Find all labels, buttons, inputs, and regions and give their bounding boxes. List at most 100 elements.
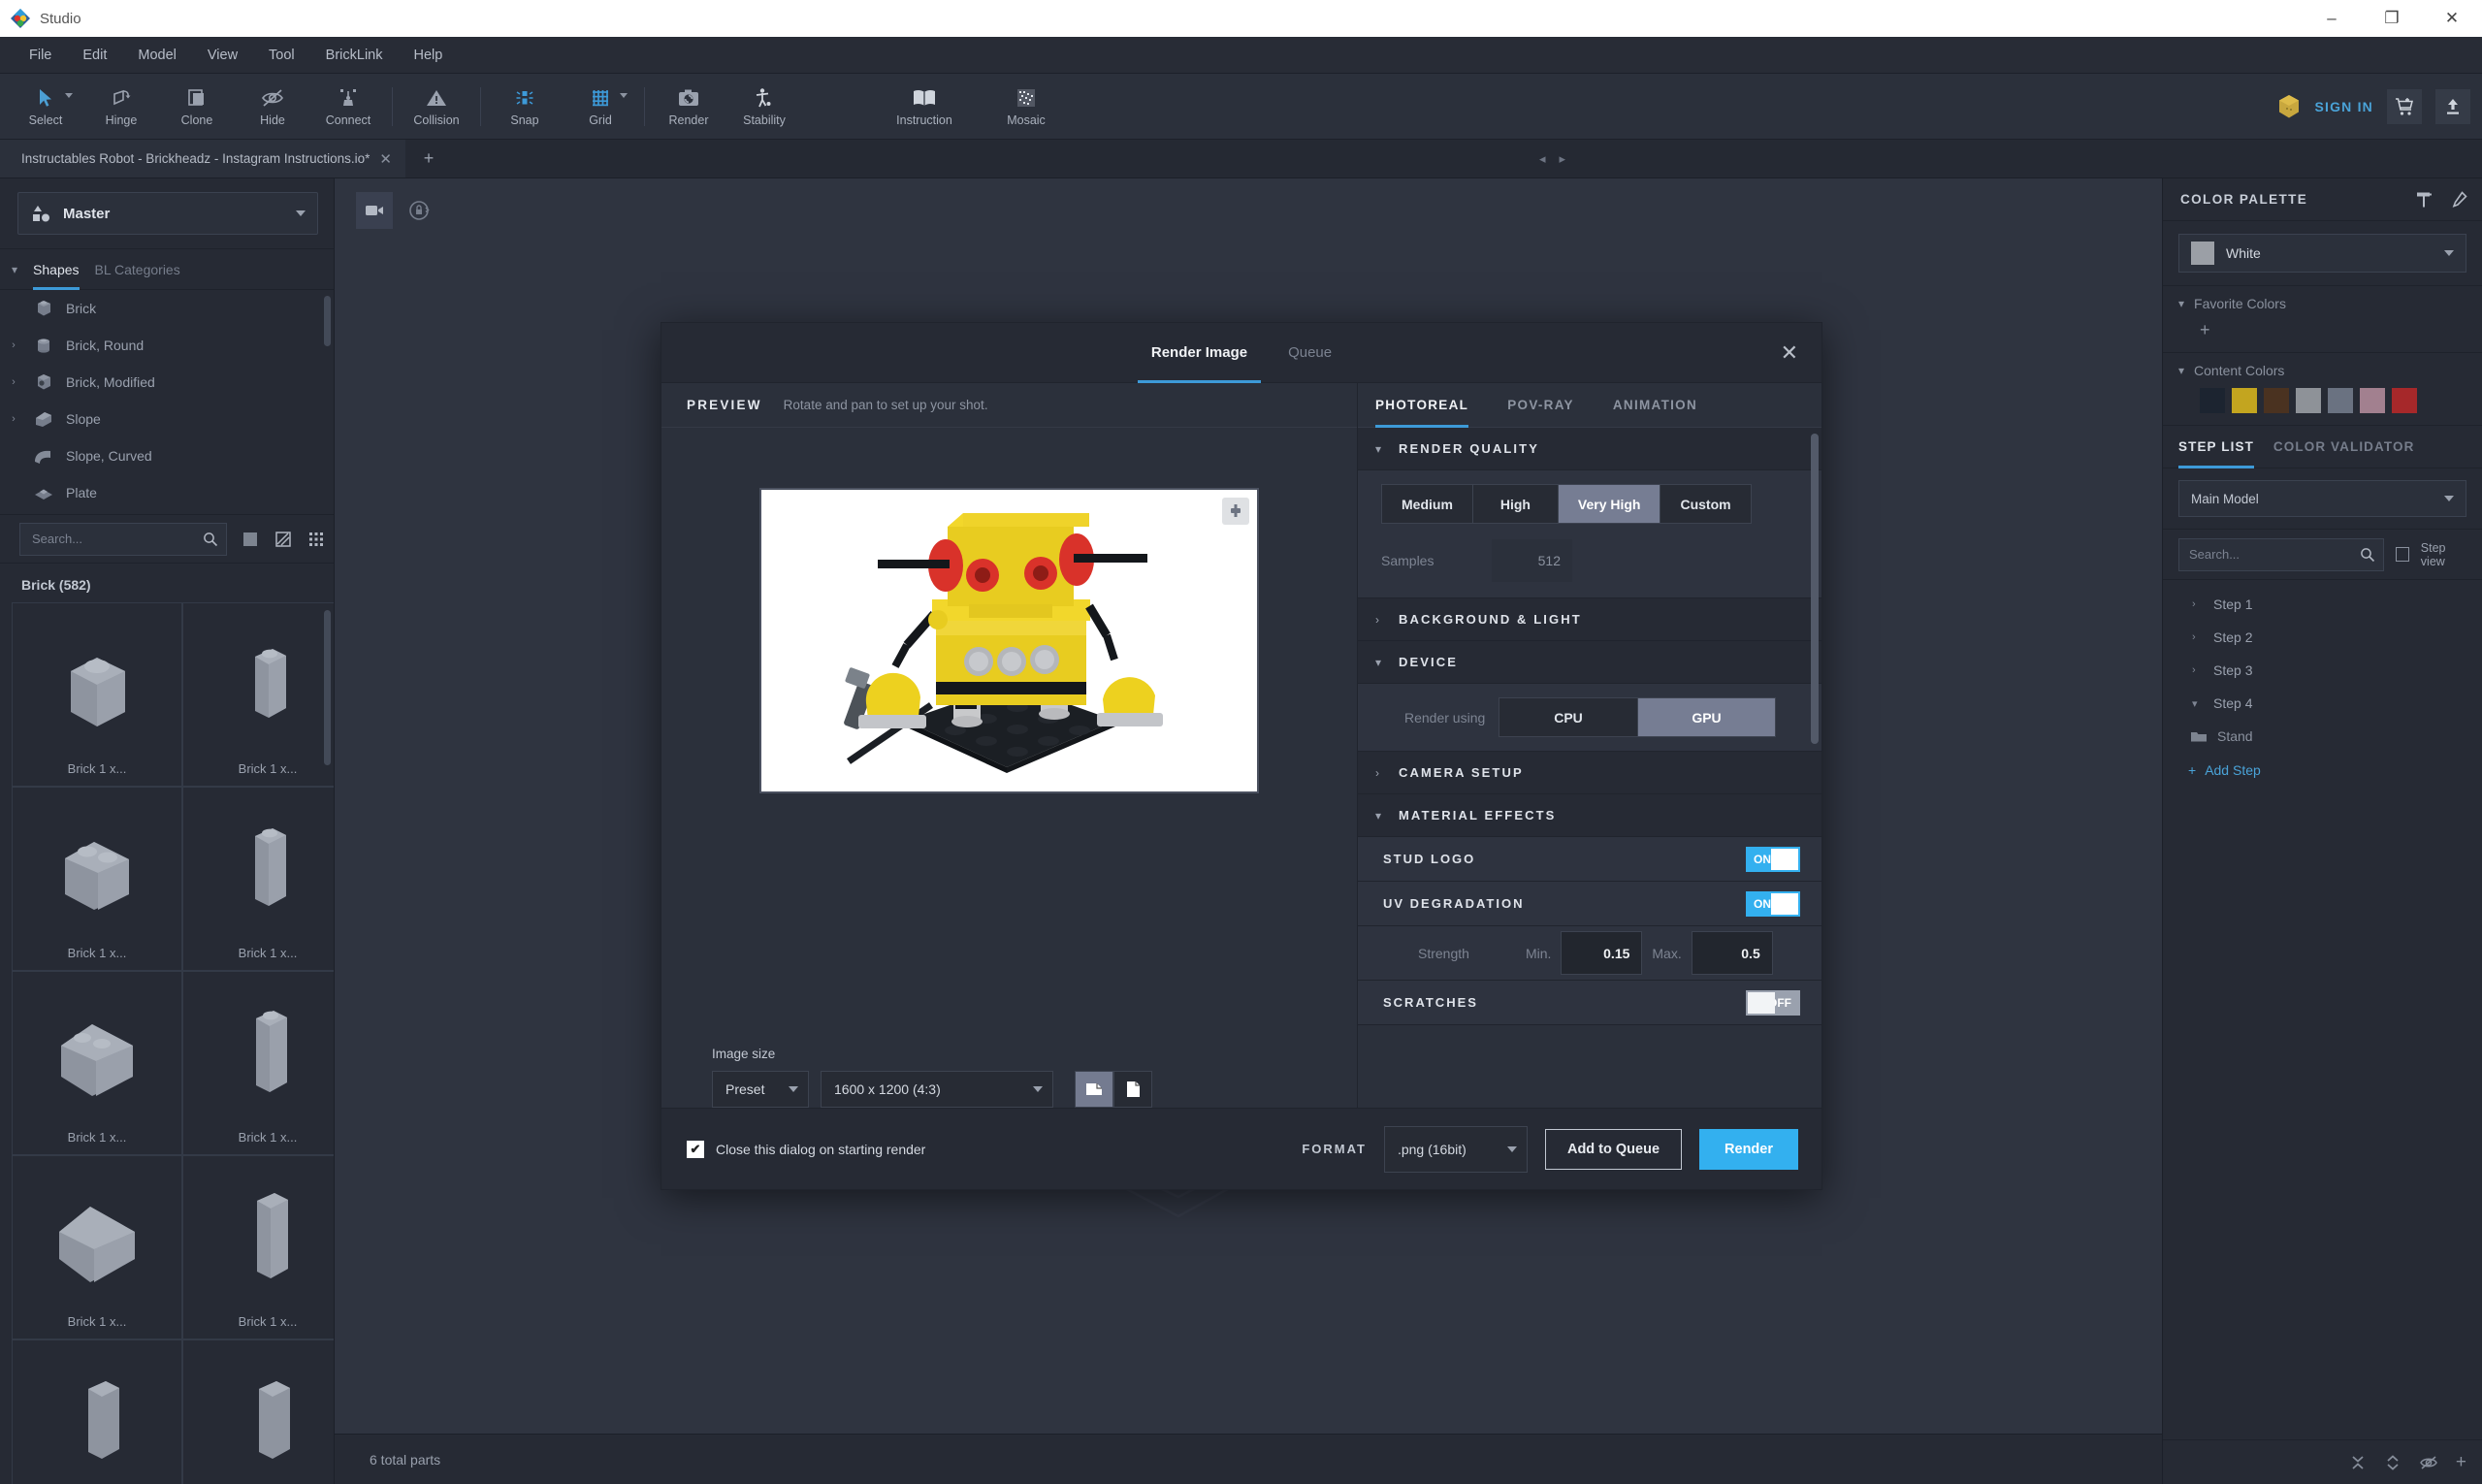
device-option-gpu[interactable]: GPU	[1637, 697, 1776, 737]
tab-bl-categories[interactable]: BL Categories	[95, 249, 180, 290]
image-dimensions-select[interactable]: 1600 x 1200 (4:3)	[821, 1071, 1053, 1108]
step-substep-item[interactable]: Stand	[2163, 720, 2482, 753]
add-to-queue-button[interactable]: Add to Queue	[1545, 1129, 1682, 1170]
new-tab-button[interactable]: +	[405, 140, 452, 177]
step-item[interactable]: › Step 2	[2163, 621, 2482, 654]
menu-edit[interactable]: Edit	[67, 37, 122, 74]
category-item-plate[interactable]: Plate	[0, 474, 334, 511]
samples-value[interactable]: 512	[1492, 539, 1572, 582]
chevron-right-icon[interactable]: ›	[6, 339, 21, 351]
tab-photoreal[interactable]: PHOTOREAL	[1375, 383, 1468, 428]
part-cell[interactable]: Brick 1 x...	[182, 1339, 334, 1484]
uv-max-input[interactable]: 0.5	[1692, 931, 1773, 975]
color-swatch[interactable]	[2264, 388, 2289, 413]
menu-tool[interactable]: Tool	[253, 37, 310, 74]
color-swatch[interactable]	[2392, 388, 2417, 413]
parts-search-box[interactable]	[19, 523, 227, 556]
tool-mosaic[interactable]: Mosaic	[978, 77, 1075, 137]
favorite-colors-title-row[interactable]: ▾ Favorite Colors	[2178, 296, 2482, 311]
collapse-icon[interactable]	[2349, 1454, 2367, 1471]
close-on-render-checkbox[interactable]: ✔	[687, 1141, 704, 1158]
menu-file[interactable]: File	[14, 37, 67, 74]
step-search-box[interactable]	[2178, 538, 2384, 571]
menu-bricklink[interactable]: BrickLink	[310, 37, 399, 74]
step-view-checkbox[interactable]	[2396, 547, 2409, 562]
color-swatch[interactable]	[2360, 388, 2385, 413]
color-swatch[interactable]	[2200, 388, 2225, 413]
category-item-brick-round[interactable]: › Brick, Round	[0, 327, 334, 364]
search-input[interactable]	[32, 532, 203, 546]
chevron-down-icon[interactable]: ▾	[12, 263, 17, 276]
render-button[interactable]: Render	[1699, 1129, 1798, 1170]
upload-icon[interactable]	[2435, 89, 2470, 124]
tool-hide[interactable]: Hide	[235, 77, 310, 137]
tool-instruction[interactable]: Instruction	[871, 77, 978, 137]
dialog-tab-queue[interactable]: Queue	[1288, 323, 1332, 383]
master-model-select[interactable]: Master	[17, 192, 318, 235]
eye-off-icon[interactable]	[2419, 1454, 2438, 1471]
step-item[interactable]: › Step 1	[2163, 588, 2482, 621]
search-icon[interactable]	[203, 532, 218, 547]
step-item[interactable]: › Step 3	[2163, 654, 2482, 687]
step-search-input[interactable]	[2189, 547, 2360, 562]
section-render-quality-header[interactable]: ▾ RENDER QUALITY	[1358, 428, 1821, 470]
close-icon[interactable]: ✕	[379, 150, 392, 168]
search-icon[interactable]	[2360, 547, 2375, 563]
tab-nav-next[interactable]: ▸	[1559, 151, 1565, 167]
category-item-slope[interactable]: › Slope	[0, 401, 334, 437]
tool-snap[interactable]: Snap	[487, 77, 563, 137]
lock-rotate-icon[interactable]	[401, 192, 437, 229]
tab-shapes[interactable]: Shapes	[33, 249, 79, 290]
category-item-slope-curved[interactable]: Slope, Curved	[0, 437, 334, 474]
format-select[interactable]: .png (16bit)	[1384, 1126, 1528, 1173]
expand-icon[interactable]	[2384, 1454, 2401, 1471]
chevron-right-icon[interactable]: ›	[2192, 631, 2204, 643]
close-window-button[interactable]: ✕	[2422, 0, 2482, 37]
current-color-select[interactable]: White	[2178, 234, 2466, 273]
grid-view-icon[interactable]	[306, 527, 326, 552]
part-cell[interactable]: Brick 1 x...	[182, 787, 334, 971]
document-tab[interactable]: Instructables Robot - Brickheadz - Insta…	[0, 140, 405, 177]
parts-scrollbar[interactable]	[324, 610, 331, 765]
quality-option-very-high[interactable]: Very High	[1558, 484, 1660, 524]
preview-render-image[interactable]	[759, 488, 1259, 793]
tool-hinge[interactable]: Hinge	[83, 77, 159, 137]
close-icon[interactable]: ✕	[1781, 342, 1798, 364]
landscape-page-icon[interactable]	[1075, 1071, 1113, 1108]
settings-scrollbar[interactable]	[1811, 434, 1819, 744]
tab-pov-ray[interactable]: POV-RAY	[1507, 383, 1574, 428]
chevron-down-icon[interactable]	[65, 93, 73, 98]
paint-roller-icon[interactable]	[2414, 190, 2434, 210]
section-material-effects-header[interactable]: ▾ MATERIAL EFFECTS	[1358, 794, 1821, 837]
solid-swatch-icon[interactable]	[241, 527, 260, 552]
tool-collision[interactable]: Collision	[399, 77, 474, 137]
chevron-down-icon[interactable]: ▾	[2192, 697, 2204, 710]
content-colors-title-row[interactable]: ▾ Content Colors	[2178, 363, 2482, 378]
center-pivot-icon[interactable]	[1222, 498, 1249, 525]
minimize-button[interactable]: –	[2302, 0, 2362, 37]
uv-degradation-toggle[interactable]: ON	[1746, 891, 1800, 917]
part-cell[interactable]: Brick 1 x...	[12, 1155, 182, 1339]
portrait-page-icon[interactable]	[1113, 1071, 1152, 1108]
tool-connect[interactable]: Connect	[310, 77, 386, 137]
maximize-button[interactable]: ❐	[2362, 0, 2422, 37]
quality-option-custom[interactable]: Custom	[1660, 484, 1751, 524]
tool-stability[interactable]: Stability	[726, 77, 802, 137]
part-cell[interactable]: Brick 1 x...	[182, 602, 334, 787]
part-cell[interactable]: Brick 1 x...	[12, 787, 182, 971]
add-step-button[interactable]: + Add Step	[2163, 753, 2482, 788]
plus-icon[interactable]: +	[2456, 1452, 2466, 1473]
render-settings-scroll[interactable]: ▾ RENDER QUALITY Medium High Very High C…	[1358, 428, 1821, 1108]
image-size-mode-select[interactable]: Preset	[712, 1071, 809, 1108]
tab-step-list[interactable]: STEP LIST	[2178, 426, 2254, 468]
color-swatch[interactable]	[2232, 388, 2257, 413]
menu-model[interactable]: Model	[122, 37, 192, 74]
part-cell[interactable]: Brick 1 x...	[182, 971, 334, 1155]
chevron-right-icon[interactable]: ›	[6, 376, 21, 388]
eyedropper-icon[interactable]	[2449, 190, 2468, 210]
section-device-header[interactable]: ▾ DEVICE	[1358, 641, 1821, 684]
quality-option-high[interactable]: High	[1472, 484, 1558, 524]
stud-logo-toggle[interactable]: ON	[1746, 847, 1800, 872]
chevron-right-icon[interactable]: ›	[6, 413, 21, 425]
chevron-down-icon[interactable]	[620, 93, 628, 98]
